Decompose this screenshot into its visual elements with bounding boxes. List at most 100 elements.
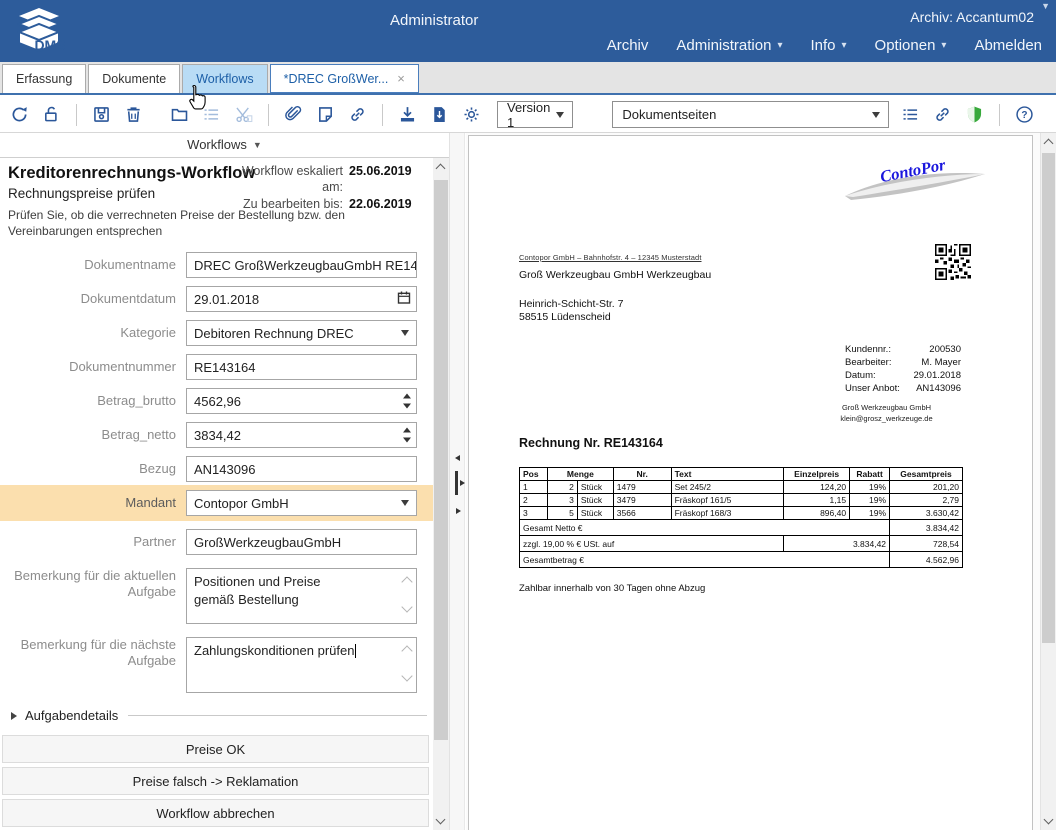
spin-down-icon[interactable] [403,404,411,409]
splitter-handle[interactable] [455,471,458,495]
collapse-left-icon[interactable] [455,455,460,461]
nav-info[interactable]: Info [810,37,846,54]
workflow-dates: Workflow eskaliert am: 25.06.2019 Zu bea… [231,164,421,213]
main-area: Workflows▼ Kreditorenrechnungs-Workflow … [0,133,1056,830]
stepper-arrows[interactable] [403,428,411,443]
delete-icon[interactable] [123,104,144,125]
scroll-down-icon[interactable] [436,815,446,825]
logo-text: DMS [34,37,65,53]
view-mode-dropdown[interactable]: Dokumentseiten [612,101,889,128]
tab-dokumente[interactable]: Dokumente [88,64,180,93]
due-date: 22.06.2019 [349,197,421,213]
chevron-down-icon [401,330,409,336]
scroll-up-icon[interactable] [401,577,412,588]
scroll-up-icon[interactable] [1044,139,1054,149]
calendar-icon[interactable] [397,291,411,308]
recipient-city: 58515 Lüdenscheid [519,311,611,323]
chevron-down-icon[interactable]: ▼ [1041,1,1050,11]
bemerkung-naechste-textarea[interactable]: Zahlungskonditionen prüfen [186,637,417,693]
stepper-arrows[interactable] [403,394,411,409]
toolbar-separator [999,104,1000,126]
export-document-icon[interactable] [429,104,450,125]
bezug-input[interactable]: AN143096 [186,456,417,482]
payment-note: Zahlbar innerhalb von 30 Tagen ohne Abzu… [519,583,705,594]
scroll-down-icon[interactable] [401,671,412,682]
refresh-icon[interactable] [9,104,30,125]
dokumentname-input[interactable]: DREC GroßWerkzeugbauGmbH RE143164 [186,252,417,278]
field-kategorie: Kategorie Debitoren Rechnung DREC [0,320,433,346]
note-icon[interactable] [315,104,336,125]
left-scrollbar[interactable] [433,158,449,830]
nav-administration[interactable]: Administration [676,37,782,54]
dokumentdatum-input[interactable]: 29.01.2018 [186,286,417,312]
contact-name: Groß Werkzeugbau GmbH [809,402,964,413]
scrollbar-thumb[interactable] [434,180,448,740]
help-icon[interactable]: ? [1014,104,1035,125]
field-betrag-brutto: Betrag_brutto 4562,96 [0,388,433,414]
field-dokumentnummer: Dokumentnummer RE143164 [0,354,433,380]
spin-up-icon[interactable] [403,428,411,433]
attachment-icon[interactable] [283,104,304,125]
partner-input[interactable]: GroßWerkzeugbauGmbH [186,529,417,555]
invoice-title: Rechnung Nr. RE143164 [519,436,663,450]
nav-archiv[interactable]: Archiv [607,37,649,54]
task-list-icon[interactable] [900,104,921,125]
document-page[interactable]: ContoPor Contopor GmbH – Bahnhofstr. 4 –… [468,135,1033,830]
nav-optionen[interactable]: Optionen [875,37,947,54]
spin-down-icon[interactable] [403,438,411,443]
viewer-scrollbar[interactable] [1040,133,1056,830]
dms-logo[interactable]: DMS [12,5,66,60]
collapse-right-icon[interactable] [456,508,461,514]
download-icon[interactable] [397,104,418,125]
escalated-label: Workflow eskaliert am: [231,164,343,195]
link-icon[interactable] [932,104,953,125]
scroll-up-icon[interactable] [436,164,446,174]
invoice-table: Pos Menge Nr. Text Einzelpreis Rabatt Ge… [519,467,963,568]
tab-erfassung[interactable]: Erfassung [2,64,86,93]
betrag-brutto-stepper[interactable]: 4562,96 [186,388,417,414]
divider [128,715,427,716]
preise-falsch-button[interactable]: Preise falsch -> Reklamation [2,767,429,795]
settings-gear-icon[interactable] [461,104,482,125]
panel-splitter[interactable] [449,133,465,830]
workflow-abbrechen-button[interactable]: Workflow abbrechen [2,799,429,827]
scroll-down-icon[interactable] [401,602,412,613]
tab-document-drec[interactable]: *DREC GroßWer... × [270,64,419,93]
toolbar-separator [76,104,77,126]
link-icon[interactable] [347,104,368,125]
scrollbar-thumb[interactable] [1042,153,1055,643]
contopor-logo: ContoPor [841,148,993,210]
chevron-down-icon [401,500,409,506]
mandant-select[interactable]: Contopor GmbH [186,490,417,516]
page-title: Administrator [390,12,478,29]
spin-up-icon[interactable] [403,394,411,399]
total-netto-row: Gesamt Netto €3.834,42 [520,520,963,536]
expand-arrow-icon [11,712,17,720]
version-dropdown[interactable]: Version 1 [497,101,573,128]
cut-icon [233,104,254,125]
table-row: 12Stück1479Set 245/2124,2019%201,20 [520,481,963,494]
field-bemerkung-naechste: Bemerkung für die nächste Aufgabe Zahlun… [0,637,433,693]
aufgabendetails-expander[interactable]: Aufgabendetails [0,708,433,723]
toolbar: Version 1 Dokumentseiten ? [0,97,1056,133]
scroll-up-icon[interactable] [401,646,412,657]
workflow-panel: Workflows▼ Kreditorenrechnungs-Workflow … [0,133,449,830]
shield-icon[interactable] [964,104,985,125]
table-row: 23Stück3479Fräskopf 161/51,1519%2,79 [520,494,963,507]
betrag-netto-stepper[interactable]: 3834,42 [186,422,417,448]
toolbar-separator [268,104,269,126]
nav-abmelden[interactable]: Abmelden [974,37,1042,54]
field-betrag-netto: Betrag_netto 3834,42 [0,422,433,448]
bemerkung-aktuell-textarea[interactable]: Positionen und Preise gemäß Bestellung [186,568,417,624]
preise-ok-button[interactable]: Preise OK [2,735,429,763]
panel-view-dropdown[interactable]: Workflows▼ [0,133,449,158]
collapse-right-icon[interactable] [460,480,465,486]
scroll-down-icon[interactable] [1044,815,1054,825]
gesamtbetrag-row: Gesamtbetrag €4.562,96 [520,552,963,568]
kategorie-select[interactable]: Debitoren Rechnung DREC [186,320,417,346]
save-icon[interactable] [91,104,112,125]
invoice-info-block: Kundennr.:200530 Bearbeiter:M. Mayer Dat… [845,343,961,395]
dokumentnummer-input[interactable]: RE143164 [186,354,417,380]
close-icon[interactable]: × [397,72,405,85]
unlock-icon[interactable] [41,104,62,125]
